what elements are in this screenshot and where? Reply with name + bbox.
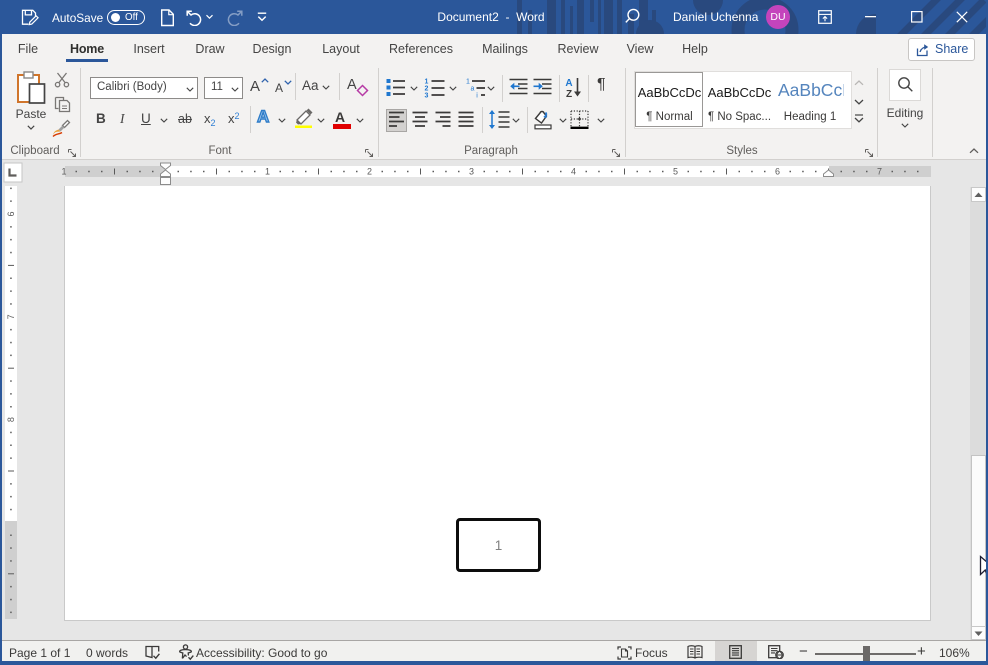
svg-text:6: 6 bbox=[6, 211, 16, 216]
svg-text:1: 1 bbox=[425, 79, 429, 86]
svg-text:6: 6 bbox=[775, 167, 780, 177]
svg-text:7: 7 bbox=[6, 314, 16, 319]
svg-text:3: 3 bbox=[469, 167, 474, 177]
svg-text:8: 8 bbox=[6, 417, 16, 422]
svg-text:4: 4 bbox=[571, 167, 576, 177]
svg-text:2: 2 bbox=[425, 86, 429, 93]
svg-text:2: 2 bbox=[367, 167, 372, 177]
svg-text:5: 5 bbox=[673, 167, 678, 177]
svg-text:a: a bbox=[471, 86, 475, 93]
svg-text:1: 1 bbox=[265, 167, 270, 177]
svg-text:Z: Z bbox=[566, 89, 572, 98]
svg-text:7: 7 bbox=[877, 167, 882, 177]
svg-text:3: 3 bbox=[425, 93, 429, 99]
svg-text:1: 1 bbox=[466, 79, 470, 86]
svg-text:i: i bbox=[476, 93, 478, 99]
svg-text:1: 1 bbox=[61, 167, 66, 177]
svg-text:A: A bbox=[565, 78, 572, 89]
